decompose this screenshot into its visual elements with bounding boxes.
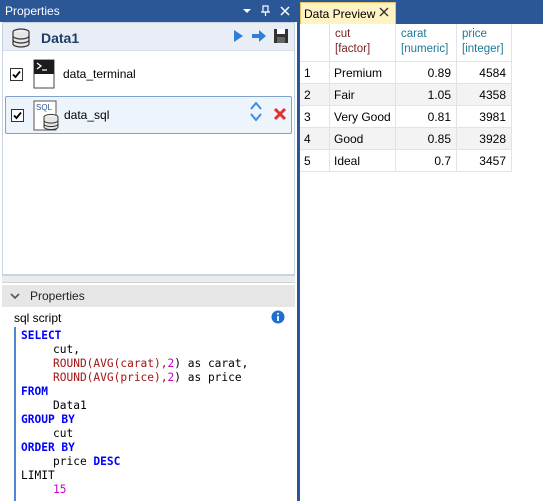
chevron-down-icon[interactable] (10, 291, 20, 305)
column-header-cut[interactable]: cut [factor] (330, 24, 396, 62)
field-label: sql script (14, 311, 62, 325)
dataset-list: Data1 data_terminal SQL data_sql (2, 22, 295, 275)
list-item-data-sql[interactable]: SQL data_sql (5, 96, 292, 134)
panel-header: Properties (0, 0, 297, 22)
sql-keyword: SELECT (21, 329, 62, 342)
database-icon (11, 28, 31, 51)
panel-title: Properties (5, 4, 60, 18)
dropdown-icon[interactable] (239, 3, 255, 19)
data-grid: cut [factor] carat [numeric] price [inte… (300, 24, 543, 501)
cell-cut: Premium (334, 66, 383, 80)
row-index: 2 (304, 88, 311, 102)
column-type: [numeric] (401, 43, 449, 55)
item-label: data_terminal (63, 67, 136, 81)
column-type: [integer] (462, 43, 504, 55)
properties-section-header[interactable]: Properties (2, 285, 295, 307)
cell-cut: Very Good (334, 110, 391, 124)
row-index: 1 (304, 66, 311, 80)
cell-cut: Good (334, 132, 364, 146)
sql-text: price (53, 455, 94, 468)
data-preview-panel: Data Preview cut [factor] carat [numeric… (300, 0, 543, 501)
cell-price: 3928 (479, 132, 506, 146)
properties-panel: Properties Data1 data_terminal SQL data_… (0, 0, 297, 501)
svg-text:SQL: SQL (36, 103, 53, 112)
column-header-price[interactable]: price [integer] (457, 24, 512, 62)
row-header-corner (300, 24, 330, 62)
row-index: 5 (304, 154, 311, 168)
sql-keyword: GROUP BY (21, 413, 75, 426)
tab-data-preview[interactable]: Data Preview (300, 2, 396, 24)
column-name: price (462, 28, 487, 40)
sql-database-icon: SQL (32, 100, 62, 135)
sql-text: Data1 (53, 399, 87, 412)
column-type: [factor] (335, 43, 371, 55)
terminal-icon (31, 59, 57, 92)
tab-bar: Data Preview (300, 0, 543, 24)
properties-body: sql script SELECT cut, ROUND(AVG(carat),… (2, 307, 295, 501)
section-title: Properties (30, 289, 85, 303)
sql-number: 15 (53, 483, 67, 496)
cell-carat: 0.81 (427, 110, 451, 124)
cell-carat: 0.89 (427, 66, 451, 80)
run-icon[interactable] (231, 28, 245, 47)
sql-keyword: FROM (21, 385, 48, 398)
sql-text: ) as price (174, 371, 242, 384)
cell-price: 4358 (479, 88, 506, 102)
column-name: cut (335, 28, 351, 40)
sql-editor[interactable]: SELECT cut, ROUND(AVG(carat),2) as carat… (14, 327, 293, 501)
sql-keyword: DESC (93, 455, 121, 468)
sql-text: cut (53, 427, 74, 440)
cell-carat: 0.85 (427, 132, 451, 146)
sql-text: LIMIT (21, 469, 55, 482)
column-name: carat (401, 28, 427, 40)
cell-cut: Ideal (334, 154, 361, 168)
row-index: 3 (304, 110, 311, 124)
list-item-data-terminal[interactable]: data_terminal (5, 56, 292, 94)
cell-carat: 0.7 (434, 154, 451, 168)
save-icon[interactable] (273, 28, 289, 47)
forward-arrow-icon[interactable] (251, 28, 267, 47)
pin-icon[interactable] (258, 3, 274, 19)
dataset-name: Data1 (41, 30, 80, 46)
info-icon[interactable] (271, 310, 285, 327)
row-index: 4 (304, 132, 311, 146)
tab-label: Data Preview (304, 7, 376, 21)
column-header-carat[interactable]: carat [numeric] (396, 24, 457, 62)
splitter[interactable] (2, 275, 295, 283)
sql-function: ROUND(AVG(carat), (53, 357, 168, 370)
close-icon[interactable] (277, 3, 293, 19)
sql-text: cut, (53, 343, 80, 356)
delete-icon[interactable] (273, 107, 287, 124)
cell-price: 4584 (479, 66, 506, 80)
close-icon[interactable] (378, 6, 390, 21)
checkbox[interactable] (11, 109, 24, 122)
cell-carat: 1.05 (427, 88, 451, 102)
cell-price: 3457 (479, 154, 506, 168)
sql-function: ROUND(AVG(price), (53, 371, 168, 384)
cell-cut: Fair (334, 88, 355, 102)
sql-text: ) as carat, (174, 357, 249, 370)
move-down-icon[interactable] (249, 112, 263, 127)
checkbox[interactable] (10, 68, 23, 81)
item-label: data_sql (64, 108, 110, 122)
cell-price: 3981 (479, 110, 506, 124)
sql-keyword: ORDER BY (21, 441, 75, 454)
dataset-header: Data1 (3, 23, 294, 51)
